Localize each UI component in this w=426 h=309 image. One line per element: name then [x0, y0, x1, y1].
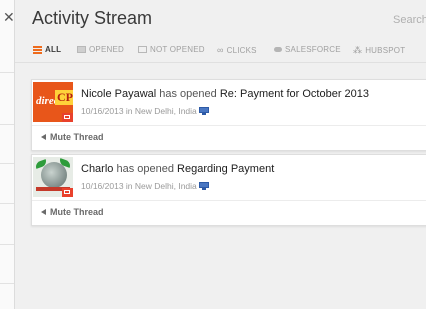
activity-panel: Activity Stream Search ALL OPENED NOT OP…: [15, 0, 426, 309]
mute-thread-button[interactable]: Mute Thread: [41, 207, 104, 217]
activity-meta: 10/16/2013 in New Delhi, India: [81, 106, 209, 116]
tab-hubspot-label: HUBSPOT: [365, 46, 406, 55]
activity-action: has opened: [159, 88, 217, 100]
activity-meta: 10/16/2013 in New Delhi, India: [81, 181, 209, 191]
activity-card: Charlo has opened Regarding Payment 10/1…: [31, 154, 426, 226]
avatar: direct CPV: [33, 82, 73, 122]
desktop-icon: [198, 107, 209, 115]
close-icon[interactable]: ✕: [3, 10, 15, 24]
tab-salesforce[interactable]: SALESFORCE: [274, 45, 341, 54]
tab-all-label: ALL: [45, 45, 62, 54]
mail-badge-icon: [62, 188, 73, 197]
activity-card: direct CPV Nicole Payawal has opened Re:…: [31, 79, 426, 151]
hamburger-icon: [33, 46, 42, 54]
envelope-filled-icon: [77, 46, 86, 53]
rail-divider: [0, 203, 14, 204]
email-subject[interactable]: Re: Payment for October 2013: [220, 88, 369, 100]
search-input[interactable]: Search: [393, 14, 426, 26]
rail-divider: [0, 244, 14, 245]
tab-opened-label: OPENED: [89, 45, 124, 54]
activity-timestamp-location: 10/16/2013 in New Delhi, India: [81, 181, 197, 191]
header: Activity Stream Search: [15, 0, 426, 36]
tab-all[interactable]: ALL: [33, 45, 61, 54]
activity-summary[interactable]: direct CPV Nicole Payawal has opened Re:…: [32, 80, 426, 125]
avatar-logo-text: CPV: [55, 90, 73, 105]
tab-clicks[interactable]: ∞ CLICKS: [217, 45, 257, 55]
mute-thread-label: Mute Thread: [50, 207, 104, 217]
tab-hubspot[interactable]: ⁂ HUBSPOT: [353, 45, 405, 56]
activity-summary[interactable]: Charlo has opened Regarding Payment 10/1…: [32, 155, 426, 200]
speaker-icon: [41, 209, 46, 215]
avatar: [33, 157, 73, 197]
mute-thread-label: Mute Thread: [50, 132, 104, 142]
rail-divider: [0, 124, 14, 125]
globe-image: [41, 162, 67, 188]
tab-not-opened-label: NOT OPENED: [150, 45, 205, 54]
activity-headline: Nicole Payawal has opened Re: Payment fo…: [81, 88, 369, 100]
activity-timestamp-location: 10/16/2013 in New Delhi, India: [81, 106, 197, 116]
tab-not-opened[interactable]: NOT OPENED: [138, 45, 205, 54]
sprocket-icon: ⁂: [353, 45, 363, 55]
speaker-icon: [41, 134, 46, 140]
mail-badge-icon: [62, 113, 73, 122]
activity-footer: Mute Thread: [32, 125, 426, 150]
email-subject[interactable]: Regarding Payment: [177, 163, 274, 175]
rail-divider: [0, 163, 14, 164]
contact-name[interactable]: Charlo: [81, 163, 113, 175]
desktop-icon: [198, 182, 209, 190]
contact-name[interactable]: Nicole Payawal: [81, 88, 156, 100]
filter-tabs: ALL OPENED NOT OPENED ∞ CLICKS SALESFORC…: [15, 36, 426, 63]
mute-thread-button[interactable]: Mute Thread: [41, 132, 104, 142]
rail-divider: [0, 72, 14, 73]
activity-action: has opened: [116, 163, 174, 175]
activity-footer: Mute Thread: [32, 200, 426, 225]
left-rail: ✕: [0, 0, 15, 309]
tab-salesforce-label: SALESFORCE: [285, 45, 341, 54]
tab-clicks-label: CLICKS: [226, 45, 257, 55]
envelope-outline-icon: [138, 46, 147, 53]
page-title: Activity Stream: [32, 8, 153, 28]
activity-headline: Charlo has opened Regarding Payment: [81, 163, 274, 175]
tab-opened[interactable]: OPENED: [77, 45, 124, 54]
cloud-icon: [274, 47, 282, 52]
link-icon: ∞: [217, 45, 224, 55]
rail-divider: [0, 283, 14, 284]
